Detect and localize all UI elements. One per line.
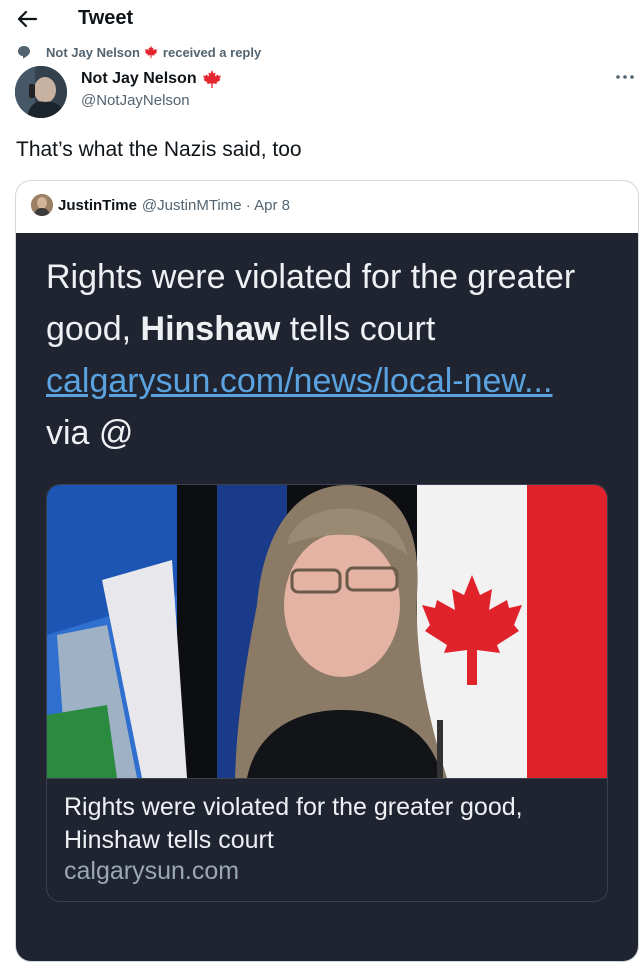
author-avatar[interactable] xyxy=(15,66,67,118)
back-arrow-icon[interactable] xyxy=(16,9,38,29)
quoted-author-handle[interactable]: @JustinMTime xyxy=(142,197,242,214)
link-card[interactable]: Rights were violated for the greater goo… xyxy=(46,484,608,902)
page-title: Tweet xyxy=(78,7,134,29)
tweet-text: That’s what the Nazis said, too xyxy=(16,138,302,161)
author-name-row[interactable]: Not Jay Nelson xyxy=(81,69,222,89)
article-link[interactable]: calgarysun.com/news/local-new... xyxy=(46,362,552,400)
more-options-icon[interactable] xyxy=(614,70,636,84)
link-card-domain: calgarysun.com xyxy=(64,857,240,885)
reply-bubble-icon xyxy=(18,46,30,59)
author-name[interactable]: Not Jay Nelson xyxy=(81,70,197,88)
quoted-author-name[interactable]: JustinTime xyxy=(58,197,137,214)
maple-leaf-icon xyxy=(144,45,158,59)
link-card-title: Rights were violated for the greater goo… xyxy=(64,793,523,854)
reply-context: Not Jay Nelson received a reply xyxy=(17,43,261,61)
quoted-date[interactable]: Apr 8 xyxy=(242,197,290,214)
link-card-body: Rights were violated for the greater goo… xyxy=(47,778,607,901)
quoted-meta: @JustinMTimeApr 8 xyxy=(142,197,290,214)
author-handle[interactable]: @NotJayNelson xyxy=(81,92,190,109)
headline-bold: Hinshaw xyxy=(140,310,281,348)
quoted-tweet-header: JustinTime @JustinMTimeApr 8 xyxy=(31,194,290,216)
quoted-headline: Rights were violated for the greater goo… xyxy=(46,251,621,459)
top-bar: Tweet xyxy=(0,0,640,38)
context-action: received a reply xyxy=(162,44,262,60)
context-user[interactable]: Not Jay Nelson xyxy=(46,45,140,60)
quoted-tweet[interactable]: JustinTime @JustinMTimeApr 8 Rights were… xyxy=(15,180,639,962)
headline-text-end: tells court xyxy=(280,310,436,348)
quoted-media-screenshot: Rights were violated for the greater goo… xyxy=(16,233,638,961)
article-photo xyxy=(47,485,607,778)
via-text: via @ xyxy=(46,414,134,452)
quoted-author-avatar[interactable] xyxy=(31,194,53,216)
maple-leaf-icon xyxy=(202,70,221,88)
